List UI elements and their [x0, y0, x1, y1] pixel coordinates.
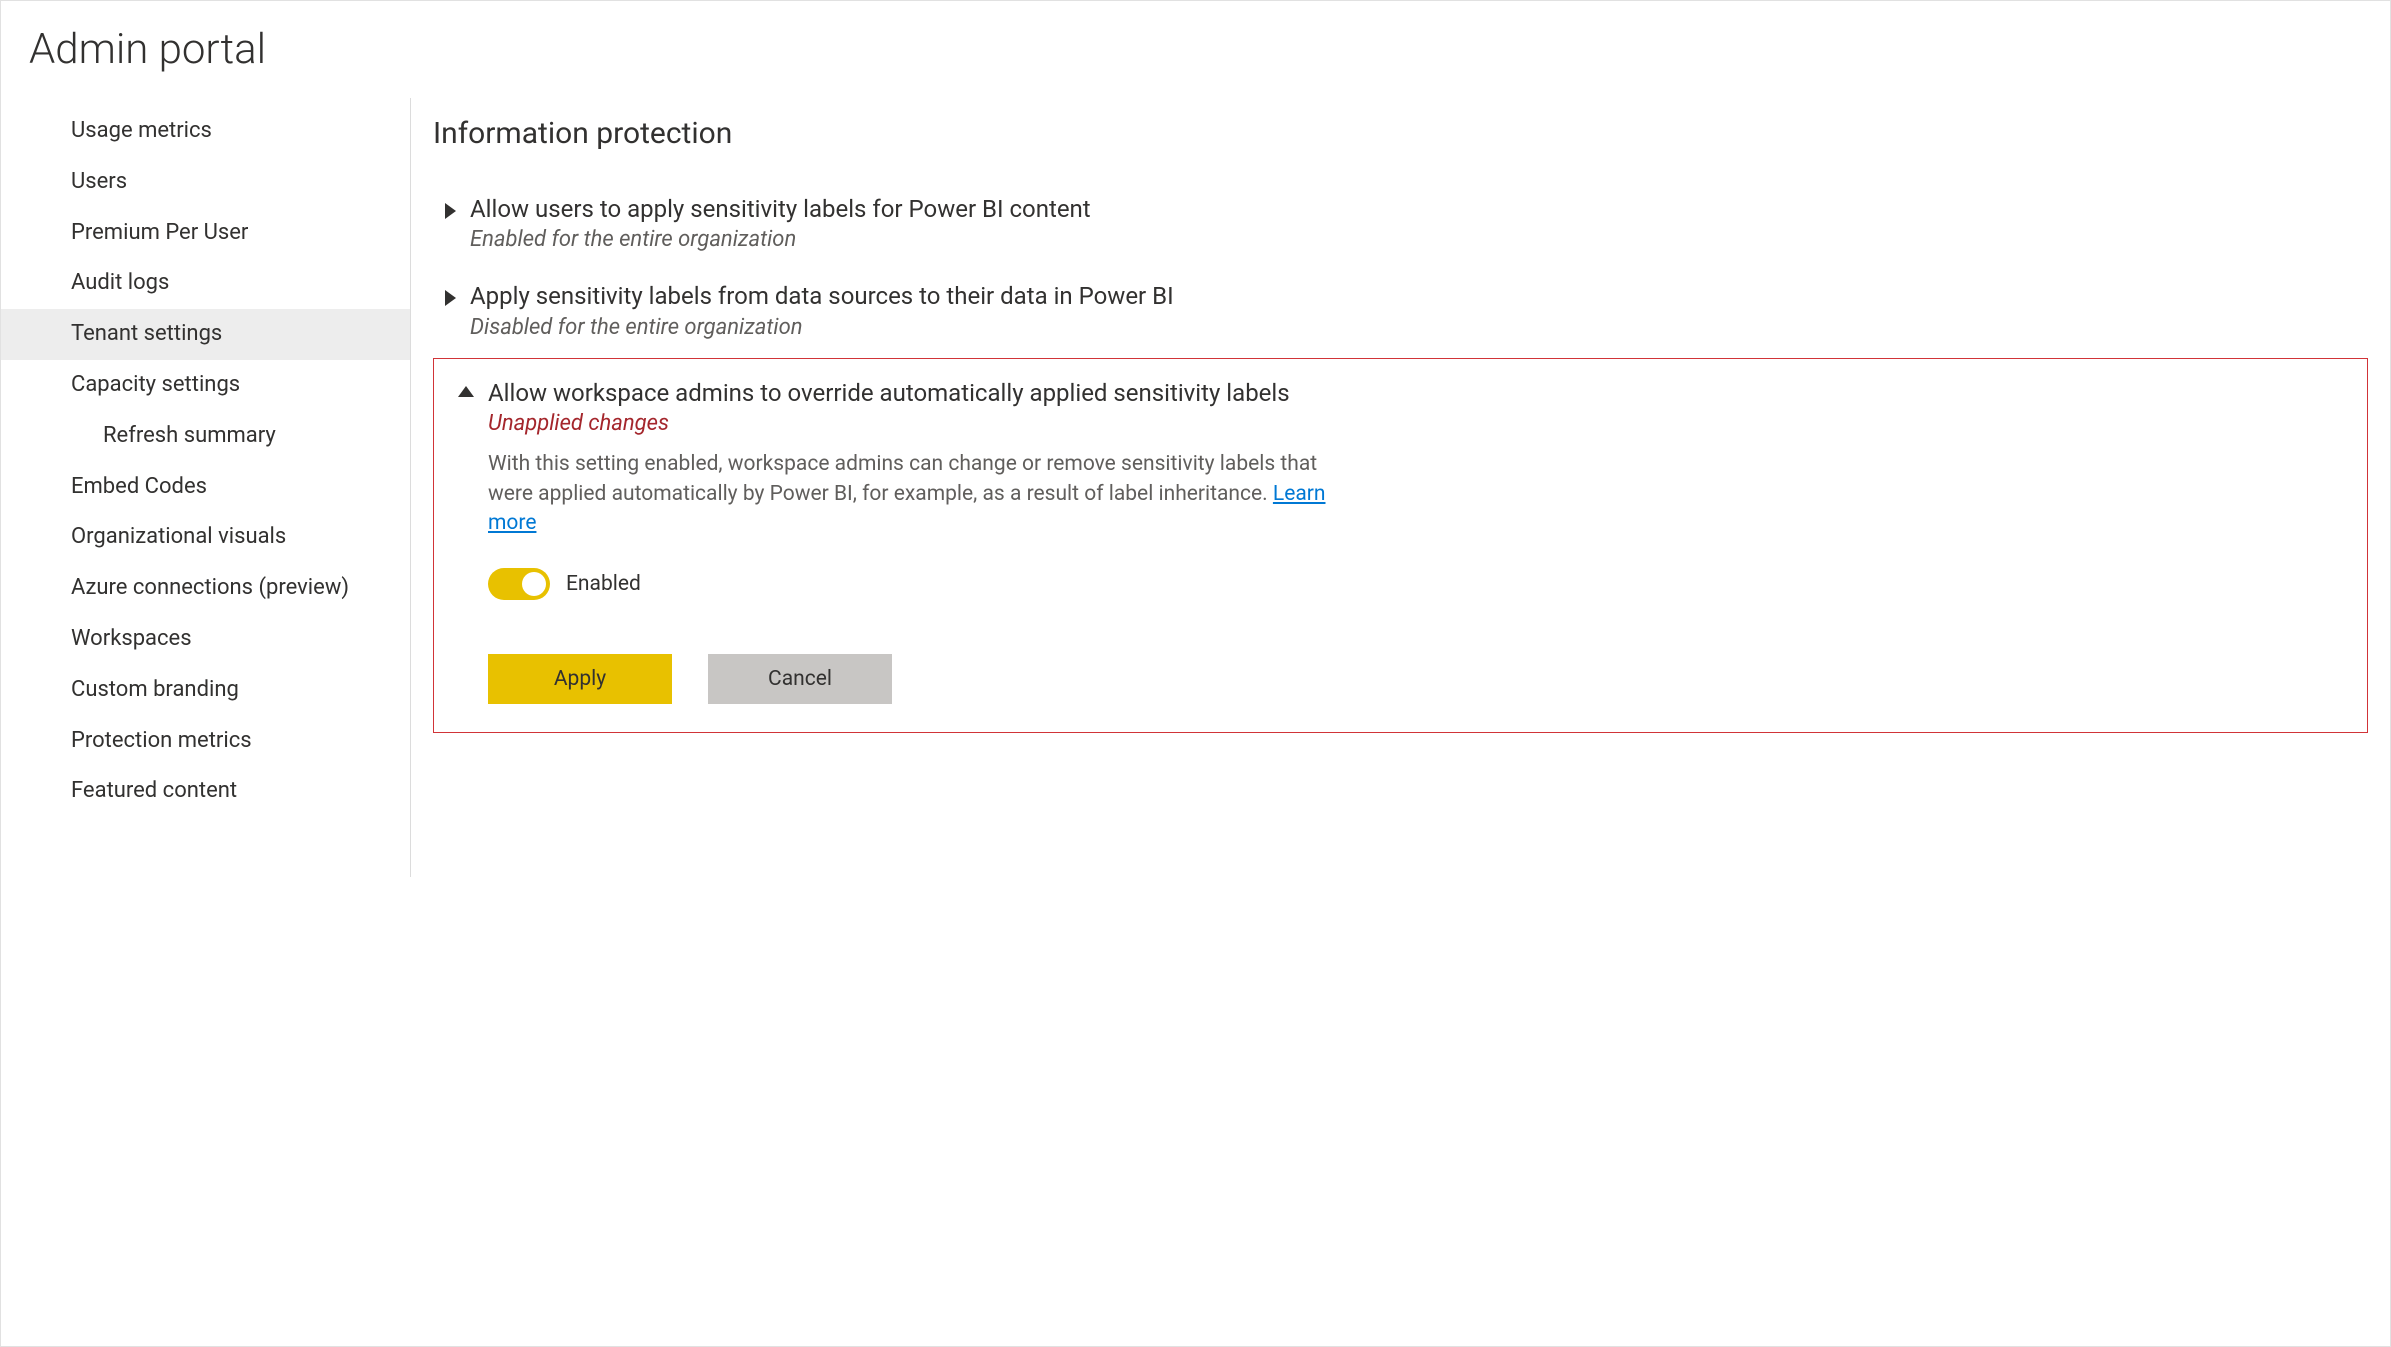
layout: Usage metrics Users Premium Per User Aud…	[1, 98, 2390, 877]
toggle-label: Enabled	[566, 572, 641, 596]
sidebar-item-premium-per-user[interactable]: Premium Per User	[1, 208, 410, 259]
sidebar-item-usage-metrics[interactable]: Usage metrics	[1, 106, 410, 157]
sidebar-item-embed-codes[interactable]: Embed Codes	[1, 462, 410, 513]
sidebar-item-protection-metrics[interactable]: Protection metrics	[1, 716, 410, 767]
sidebar-item-label: Tenant settings	[71, 321, 222, 346]
highlight-box: Allow workspace admins to override autom…	[433, 358, 2368, 734]
sidebar-item-label: Refresh summary	[103, 423, 276, 448]
sidebar-item-audit-logs[interactable]: Audit logs	[1, 258, 410, 309]
setting-status-unapplied: Unapplied changes	[488, 411, 2347, 436]
sidebar-item-label: Featured content	[71, 778, 237, 803]
setting-status: Enabled for the entire organization	[470, 227, 2368, 252]
sidebar-item-organizational-visuals[interactable]: Organizational visuals	[1, 512, 410, 563]
admin-portal-container: Admin portal Usage metrics Users Premium…	[0, 0, 2391, 1347]
toggle-knob	[522, 572, 546, 596]
page-title: Admin portal	[1, 1, 2390, 98]
setting-title: Apply sensitivity labels from data sourc…	[470, 280, 2368, 312]
sidebar-item-label: Audit logs	[71, 270, 169, 295]
toggle-row: Enabled	[488, 568, 2347, 600]
section-heading: Information protection	[433, 116, 2368, 151]
setting-allow-users-apply-labels: Allow users to apply sensitivity labels …	[433, 179, 2368, 266]
setting-apply-labels-from-sources: Apply sensitivity labels from data sourc…	[433, 266, 2368, 353]
setting-body: With this setting enabled, workspace adm…	[458, 450, 2347, 704]
setting-title: Allow users to apply sensitivity labels …	[470, 193, 2368, 225]
setting-header[interactable]: Allow workspace admins to override autom…	[458, 377, 2347, 436]
setting-texts: Allow users to apply sensitivity labels …	[470, 193, 2368, 252]
sidebar-item-label: Users	[71, 169, 127, 194]
sidebar-item-label: Embed Codes	[71, 474, 207, 499]
setting-texts: Apply sensitivity labels from data sourc…	[470, 280, 2368, 339]
sidebar-item-tenant-settings[interactable]: Tenant settings	[1, 309, 410, 360]
sidebar-item-label: Protection metrics	[71, 728, 252, 753]
sidebar-item-label: Organizational visuals	[71, 524, 286, 549]
apply-button[interactable]: Apply	[488, 654, 672, 704]
sidebar-item-label: Workspaces	[71, 626, 192, 651]
cancel-button[interactable]: Cancel	[708, 654, 892, 704]
setting-header[interactable]: Apply sensitivity labels from data sourc…	[445, 280, 2368, 339]
sidebar-item-label: Azure connections (preview)	[71, 575, 349, 600]
sidebar-item-workspaces[interactable]: Workspaces	[1, 614, 410, 665]
sidebar-item-azure-connections[interactable]: Azure connections (preview)	[1, 563, 410, 614]
sidebar-item-users[interactable]: Users	[1, 157, 410, 208]
caret-down-icon	[458, 386, 474, 397]
button-row: Apply Cancel	[488, 654, 2347, 704]
sidebar-item-capacity-settings[interactable]: Capacity settings	[1, 360, 410, 411]
sidebar-item-label: Premium Per User	[71, 220, 248, 245]
setting-title: Allow workspace admins to override autom…	[488, 377, 2347, 409]
sidebar-item-label: Capacity settings	[71, 372, 240, 397]
main-content: Information protection Allow users to ap…	[411, 98, 2390, 877]
sidebar-item-label: Usage metrics	[71, 118, 212, 143]
setting-allow-workspace-admins-override: Allow workspace admins to override autom…	[446, 375, 2347, 705]
setting-texts: Allow workspace admins to override autom…	[488, 377, 2347, 436]
sidebar-item-custom-branding[interactable]: Custom branding	[1, 665, 410, 716]
setting-description-text: With this setting enabled, workspace adm…	[488, 452, 1317, 505]
setting-status: Disabled for the entire organization	[470, 315, 2368, 340]
caret-right-icon	[445, 290, 456, 306]
sidebar-item-refresh-summary[interactable]: Refresh summary	[1, 411, 410, 462]
setting-header[interactable]: Allow users to apply sensitivity labels …	[445, 193, 2368, 252]
setting-description: With this setting enabled, workspace adm…	[488, 450, 1348, 538]
sidebar-item-featured-content[interactable]: Featured content	[1, 766, 410, 817]
enabled-toggle[interactable]	[488, 568, 550, 600]
sidebar-nav: Usage metrics Users Premium Per User Aud…	[1, 98, 411, 877]
sidebar-item-label: Custom branding	[71, 677, 239, 702]
caret-right-icon	[445, 203, 456, 219]
